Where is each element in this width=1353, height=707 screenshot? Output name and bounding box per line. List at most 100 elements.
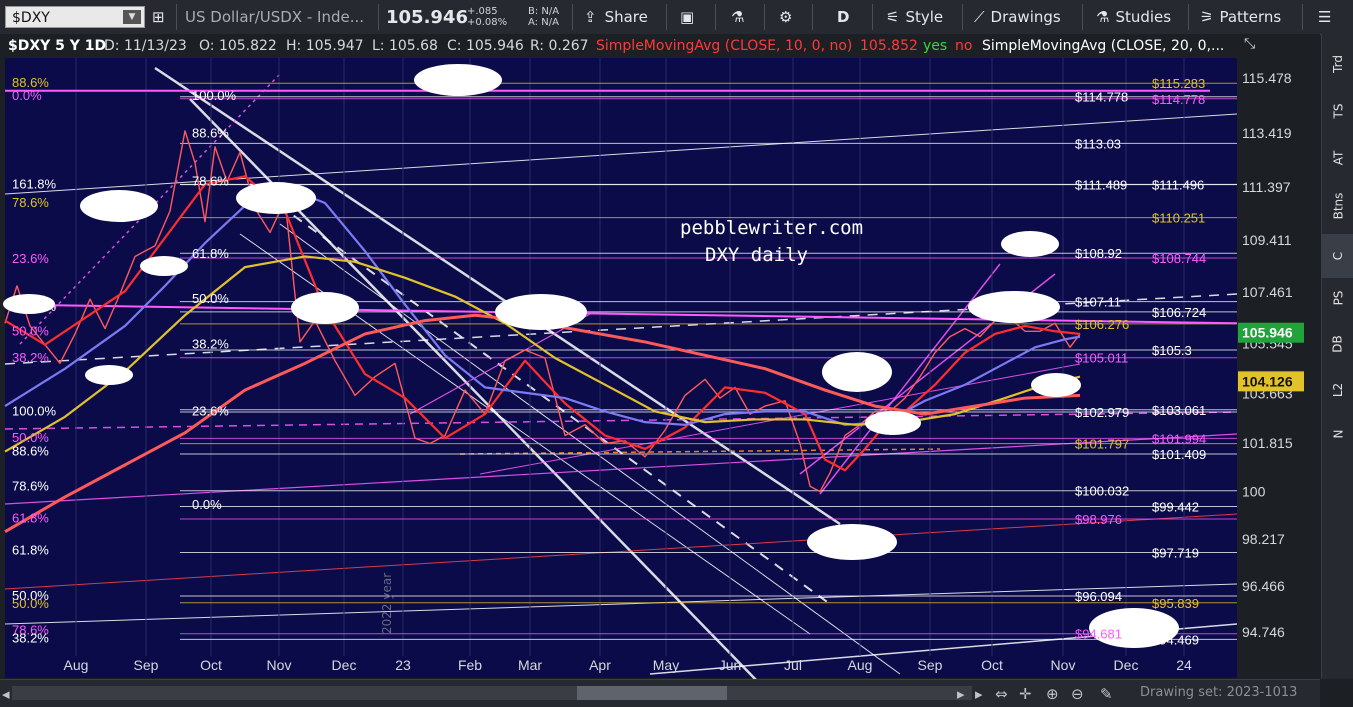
fib-label: 23.6% — [12, 251, 49, 266]
fib-label: 88.6% — [192, 126, 229, 141]
fib-label: 61.8% — [12, 510, 49, 525]
chevron-down-icon[interactable]: ▼ — [123, 10, 141, 24]
sma20-label[interactable]: SimpleMovingAvg (CLOSE, 20, 0,... — [982, 38, 1224, 54]
snapshot-icon[interactable]: ▣ — [680, 0, 694, 34]
x-tick-label: Nov — [267, 657, 292, 673]
price-level-label: $106.276 — [1075, 317, 1129, 332]
watermark-subtitle: DXY daily — [705, 244, 808, 266]
fib-label: 0.0% — [192, 497, 222, 512]
sidebar-item-trd[interactable]: Trd — [1322, 42, 1353, 86]
bottom-bar: ◂ ▸ ▸ ⇔ ✛ ⊕ ⊖ ✎ Drawing set: 2023-1013 — [0, 679, 1320, 707]
chart-area[interactable]: $115.283 $114.778 $114.778 $113.03 $111.496 $… — [0, 34, 1320, 685]
y-tick-label: 107.461 — [1242, 284, 1293, 300]
fib-label: 61.8% — [192, 246, 229, 261]
studies-label: Studies — [1115, 8, 1172, 26]
x-tick-label: Apr — [589, 657, 611, 673]
fib-label: 100.0% — [12, 403, 57, 418]
fib-label: 50.0% — [192, 291, 229, 306]
scroll-thumb[interactable] — [577, 686, 727, 700]
sidebar-item-ts[interactable]: TS — [1322, 89, 1353, 133]
share-button[interactable]: ⇪ Share — [584, 0, 648, 34]
link-icon[interactable]: ⊞ — [152, 0, 165, 34]
price-chart[interactable]: $115.283$114.778 $114.778$113.03$111.496$… — [0, 34, 1320, 685]
highlight-ellipse — [1001, 231, 1059, 257]
bid: B: N/A — [528, 6, 560, 17]
ask: A: N/A — [528, 17, 559, 28]
style-button[interactable]: ⚟ Style — [886, 0, 943, 34]
x-tick-label: 23 — [395, 657, 411, 673]
fib-label: 38.2% — [12, 350, 49, 365]
price-level-label: $102.979 — [1075, 405, 1129, 420]
top-toolbar: $DXY ▼ ⊞ US Dollar/USDX - Inde... 105.946… — [0, 0, 1353, 35]
y-tick-label: 101.815 — [1242, 435, 1293, 451]
change: +.085 — [467, 6, 498, 17]
fib-label: 23.6% — [192, 403, 229, 418]
patterns-label: Patterns — [1219, 8, 1282, 26]
scroll-right-icon[interactable]: ▸ — [957, 685, 965, 703]
sidebar-item-at[interactable]: AT — [1322, 136, 1353, 180]
highlight-ellipse — [495, 294, 587, 330]
sidebar-item-db[interactable]: DB — [1322, 322, 1353, 366]
sidebar-item-n[interactable]: N — [1322, 412, 1353, 456]
fib-label: 78.6% — [192, 174, 229, 189]
fib-label: 127.2% — [12, 299, 57, 314]
fib-label: 100.0% — [192, 88, 237, 103]
security-name: US Dollar/USDX - Inde... — [185, 8, 365, 26]
x-tick-label: Sep — [134, 657, 159, 673]
patterns-button[interactable]: ⚞ Patterns — [1200, 0, 1281, 34]
fib-label: 78.6% — [12, 478, 49, 493]
info-open: O: 105.822 — [199, 38, 277, 54]
last-price-label: 105.946 — [1242, 325, 1293, 341]
flask-icon[interactable]: ⚗ — [731, 0, 744, 34]
pan-icon[interactable]: ⇔ — [995, 685, 1008, 703]
price-level-label: $108.744 — [1152, 251, 1206, 266]
sidebar-item-btns[interactable]: Btns — [1322, 184, 1353, 228]
change-pct: +0.08% — [467, 17, 508, 28]
x-tick-label: Jun — [719, 657, 742, 673]
share-label: Share — [604, 8, 648, 26]
price-level-label: $107.11 — [1075, 295, 1121, 310]
highlight-ellipse — [85, 365, 133, 385]
gear-icon[interactable]: ⚙ — [779, 0, 792, 34]
chart-title: $DXY 5 Y 1D — [8, 38, 107, 54]
price-level-label: $114.778 — [1152, 92, 1205, 107]
x-tick-label: Aug — [848, 657, 873, 673]
price-level-label: $111.496 — [1152, 177, 1204, 192]
menu-icon[interactable]: ☰ — [1318, 0, 1331, 34]
fib-label: 50.0% — [12, 596, 49, 611]
horizontal-scrollbar[interactable] — [12, 686, 972, 700]
symbol-input[interactable]: $DXY ▼ — [5, 6, 145, 28]
sma10-label[interactable]: SimpleMovingAvg (CLOSE, 10, 0, no) — [596, 38, 852, 54]
drawing-tool-icon[interactable]: ✎ — [1100, 685, 1113, 703]
highlight-ellipse — [236, 182, 316, 214]
highlight-ellipse — [80, 190, 158, 222]
crosshair-icon[interactable]: ✛ — [1019, 685, 1032, 703]
sidebar-item-c[interactable]: C — [1322, 234, 1353, 278]
fib-label: 50.0% — [12, 323, 49, 338]
info-high: H: 105.947 — [286, 38, 364, 54]
zoom-out-icon[interactable]: ⊖ — [1071, 685, 1084, 703]
fib-label: 0.0% — [12, 88, 42, 103]
studies-button[interactable]: ⚗ Studies — [1096, 0, 1171, 34]
price-level-label: $101.797 — [1075, 437, 1129, 452]
scroll-left-icon[interactable]: ◂ — [2, 685, 10, 703]
y-tick-label: 113.419 — [1242, 125, 1292, 141]
share-icon: ⇪ — [584, 8, 597, 26]
sma10-yes: yes — [923, 38, 948, 54]
y-tick-label: 109.411 — [1242, 232, 1292, 248]
sidebar-item-ps[interactable]: PS — [1322, 276, 1353, 320]
price-level-label: $103.061 — [1152, 403, 1206, 418]
x-tick-label: Aug — [64, 657, 89, 673]
fib-label: 61.8% — [12, 542, 49, 557]
drawings-button[interactable]: ⟋ Drawings — [974, 0, 1061, 34]
period-button[interactable]: D — [837, 0, 849, 34]
collapse-icon[interactable]: ⤡ — [1244, 36, 1255, 52]
highlight-ellipse — [1031, 373, 1081, 397]
price-level-label: $115.283 — [1152, 76, 1205, 91]
x-tick-label: Oct — [200, 657, 222, 673]
sidebar-item-l2[interactable]: L2 — [1322, 368, 1353, 412]
price-level-label: $99.442 — [1152, 500, 1199, 515]
zoom-icon[interactable]: ⊕ — [1046, 685, 1059, 703]
x-tick-label: Mar — [518, 657, 542, 673]
scroll-end-icon[interactable]: ▸ — [975, 685, 983, 703]
